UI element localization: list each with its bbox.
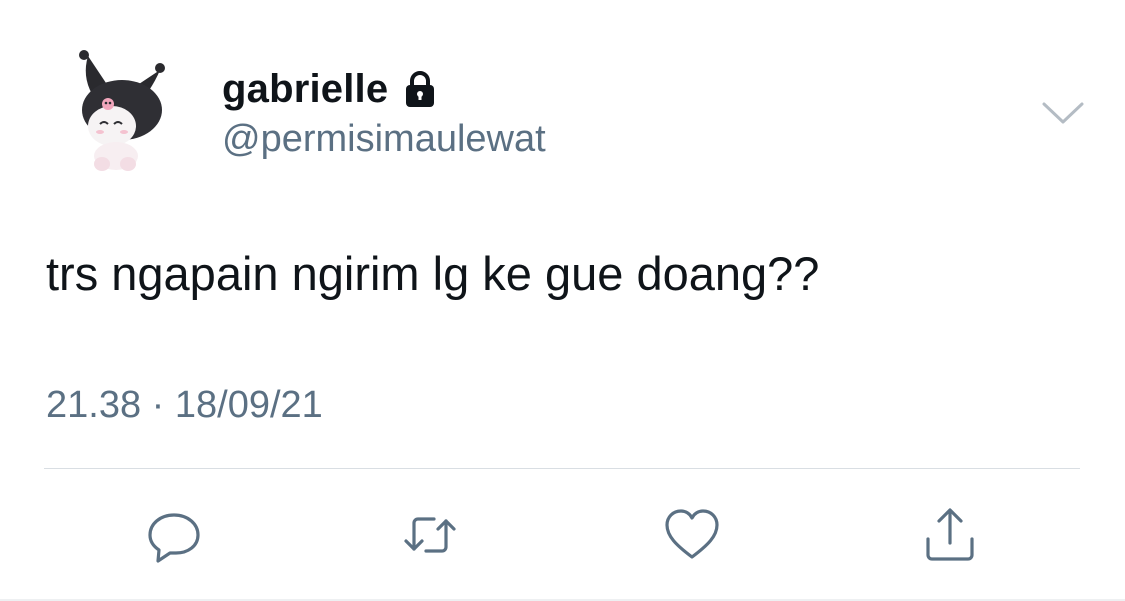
tweet-card: gabrielle @permisimaulewat trs ngapain n…: [0, 0, 1125, 601]
tweet-actions: [0, 500, 1125, 570]
tweet-text: trs ngapain ngirim lg ke gue doang??: [46, 247, 820, 300]
display-name-row: gabrielle: [222, 64, 546, 114]
avatar[interactable]: [64, 46, 184, 176]
kuromi-avatar-icon: [79, 50, 165, 171]
lock-icon: [400, 69, 440, 109]
share-icon: [926, 508, 974, 561]
heart-icon: [665, 509, 719, 559]
tweet-timestamp[interactable]: 21.38 · 18/09/21: [46, 384, 323, 427]
tweet-author[interactable]: gabrielle @permisimaulewat: [222, 64, 546, 161]
like-button[interactable]: [657, 500, 727, 570]
divider: [44, 468, 1080, 469]
retweet-button[interactable]: [395, 500, 465, 570]
chevron-down-icon[interactable]: [1040, 98, 1086, 128]
reply-icon: [148, 513, 200, 563]
share-button[interactable]: [915, 500, 985, 570]
user-handle[interactable]: @permisimaulewat: [222, 118, 546, 161]
display-name[interactable]: gabrielle: [222, 67, 388, 112]
reply-button[interactable]: [139, 500, 209, 570]
retweet-icon: [404, 517, 456, 553]
